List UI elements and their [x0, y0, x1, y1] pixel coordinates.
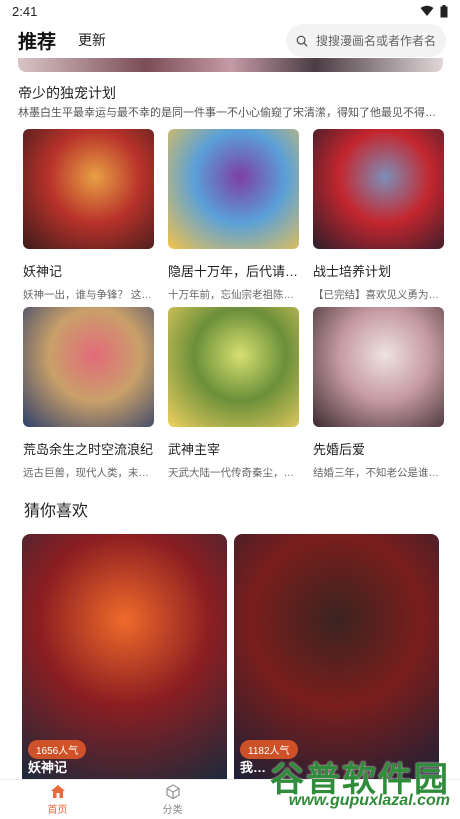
comic-card[interactable]: 战士培养计划 【已完结】喜欢见义勇为…	[308, 129, 444, 307]
tab-recommend[interactable]: 推荐	[18, 27, 56, 54]
comic-cover[interactable]	[23, 307, 154, 427]
search-placeholder: 搜搜漫画名或者作者名	[315, 34, 436, 48]
battery-icon	[440, 4, 448, 17]
comic-description: 远古巨兽，现代人类，未…	[23, 467, 149, 479]
comic-description: 妖神一出，谁与争锋？ 这…	[23, 289, 152, 301]
comic-title: 荒岛余生之时空流浪纪	[23, 442, 154, 457]
wifi-icon	[420, 5, 434, 16]
comic-title: 战士培养计划	[313, 264, 392, 279]
comic-card[interactable]: 妖神记 妖神一出，谁与争锋？ 这…	[18, 129, 154, 307]
top-header: 推荐 更新 搜搜漫画名或者作者名	[0, 22, 460, 58]
status-icons	[420, 4, 448, 18]
comic-cover[interactable]	[168, 307, 299, 427]
nav-category[interactable]: 分类	[115, 780, 230, 819]
feature-title[interactable]: 帝少的独宠计划	[18, 83, 116, 103]
comic-description: 【已完结】喜欢见义勇为…	[313, 289, 439, 301]
recommend-card[interactable]: 1656人气 妖神记	[22, 534, 227, 779]
comic-card[interactable]: 隐居十万年，后代请… 十万年前，忘仙宗老祖陈…	[163, 129, 299, 307]
status-time: 2:41	[12, 3, 38, 19]
comic-cover[interactable]	[23, 129, 154, 249]
comic-title: 妖神记	[23, 264, 63, 279]
comic-title: 先婚后爱	[313, 442, 366, 457]
feature-description: 林墨白生平最幸运与最不幸的是同一件事一不小心偷窥了宋清潆，得知了他最见不得光的秘…	[18, 107, 443, 119]
recommend-title: 妖神记	[28, 760, 68, 775]
search-icon	[296, 35, 308, 47]
nav-home-label: 首页	[47, 804, 68, 816]
comic-description: 十万年前，忘仙宗老祖陈…	[168, 289, 294, 301]
search-input[interactable]: 搜搜漫画名或者作者名	[286, 24, 446, 57]
comic-grid: 妖神记 妖神一出，谁与争锋？ 这… 隐居十万年，后代请… 十万年前，忘仙宗老祖陈…	[18, 129, 444, 485]
tab-update[interactable]: 更新	[78, 30, 106, 50]
comic-title: 武神主宰	[168, 442, 221, 457]
comic-card[interactable]: 荒岛余生之时空流浪纪 远古巨兽，现代人类，未…	[18, 307, 154, 485]
comic-description: 结婚三年，不知老公是谁…	[313, 467, 439, 479]
comic-card[interactable]: 武神主宰 天武大陆一代传奇秦尘，…	[163, 307, 299, 485]
category-icon	[165, 783, 180, 799]
bottom-nav: 首页 分类	[0, 779, 460, 819]
nav-category-label: 分类	[162, 804, 183, 816]
home-icon	[50, 784, 65, 798]
recommend-card[interactable]: 1182人气 我…	[234, 534, 439, 779]
comic-cover[interactable]	[313, 307, 444, 427]
comic-description: 天武大陆一代传奇秦尘，…	[168, 467, 294, 479]
recommend-title: 我…	[240, 760, 267, 775]
section-title-guess-you-like: 猜你喜欢	[24, 503, 89, 520]
comic-cover[interactable]	[168, 129, 299, 249]
comic-title: 隐居十万年，后代请…	[168, 264, 299, 279]
banner-image[interactable]	[18, 58, 443, 72]
comic-cover[interactable]	[313, 129, 444, 249]
nav-home[interactable]: 首页	[0, 780, 115, 819]
status-bar: 2:41	[0, 0, 460, 22]
comic-card[interactable]: 先婚后爱 结婚三年，不知老公是谁…	[308, 307, 444, 485]
